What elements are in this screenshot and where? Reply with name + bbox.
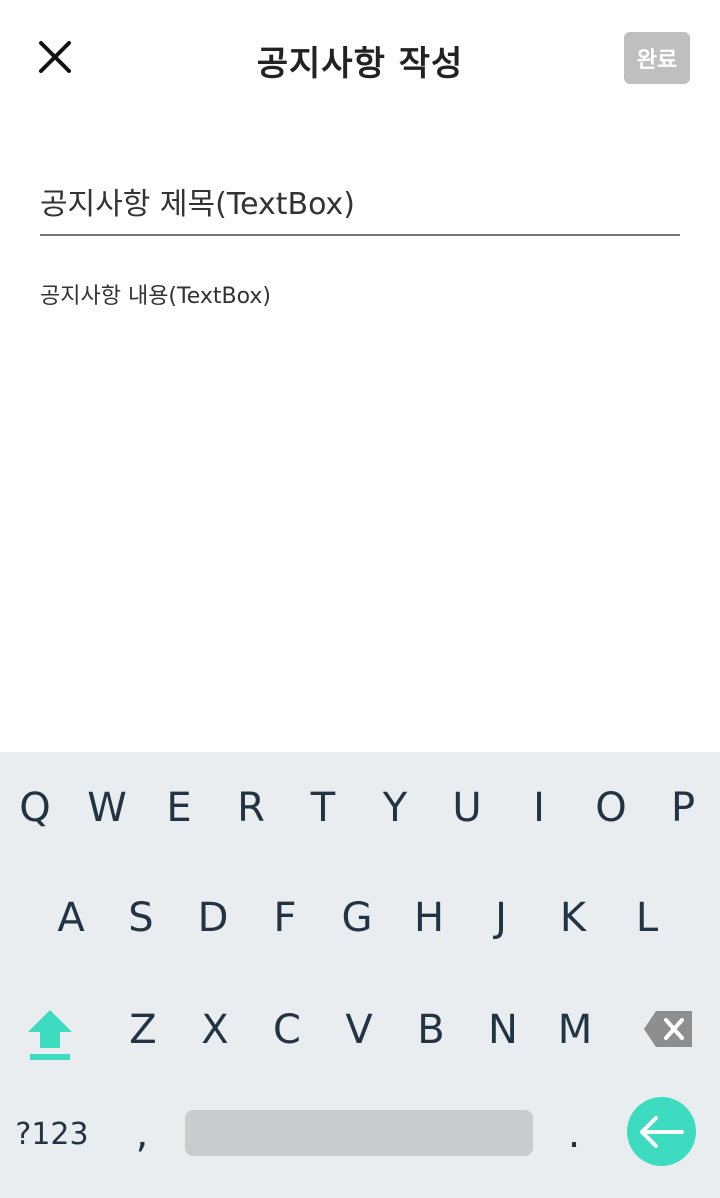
backspace-key[interactable] (636, 1004, 700, 1054)
key-u[interactable]: U (437, 768, 497, 848)
period-key[interactable]: . (552, 1102, 596, 1166)
key-p[interactable]: P (653, 768, 713, 848)
key-a[interactable]: A (41, 878, 101, 958)
enter-arrow-icon (639, 1115, 684, 1148)
key-x[interactable]: X (185, 990, 245, 1070)
comma-key[interactable]: , (120, 1102, 164, 1166)
key-f[interactable]: F (255, 878, 315, 958)
key-w[interactable]: W (77, 768, 137, 848)
title-input[interactable] (40, 176, 680, 232)
key-r[interactable]: R (221, 768, 281, 848)
symbols-key[interactable]: ?123 (14, 1102, 90, 1166)
key-n[interactable]: N (473, 990, 533, 1070)
key-l[interactable]: L (617, 878, 677, 958)
keyboard: Q W E R T Y U I O P A S D F G H J K L Z … (0, 752, 720, 1198)
key-b[interactable]: B (401, 990, 461, 1070)
space-key[interactable] (185, 1110, 533, 1156)
key-e[interactable]: E (149, 768, 209, 848)
key-i[interactable]: I (509, 768, 569, 848)
key-t[interactable]: T (293, 768, 353, 848)
header: 공지사항 작성 완료 (0, 0, 720, 116)
key-s[interactable]: S (111, 878, 171, 958)
page-title: 공지사항 작성 (256, 44, 464, 84)
key-h[interactable]: H (399, 878, 459, 958)
key-d[interactable]: D (183, 878, 243, 958)
shift-icon (28, 1010, 72, 1060)
shift-key[interactable] (20, 1004, 80, 1068)
key-g[interactable]: G (327, 878, 387, 958)
key-j[interactable]: J (471, 878, 531, 958)
key-v[interactable]: V (329, 990, 389, 1070)
key-z[interactable]: Z (113, 990, 173, 1070)
key-c[interactable]: C (257, 990, 317, 1070)
done-button[interactable]: 완료 (624, 32, 690, 84)
key-q[interactable]: Q (5, 768, 65, 848)
backspace-icon (644, 1011, 692, 1047)
key-k[interactable]: K (543, 878, 603, 958)
enter-key[interactable] (627, 1097, 696, 1166)
content-input[interactable] (40, 282, 680, 722)
content-field (40, 282, 680, 722)
key-y[interactable]: Y (365, 768, 425, 848)
title-field (40, 176, 680, 236)
key-o[interactable]: O (581, 768, 641, 848)
key-m[interactable]: M (545, 990, 605, 1070)
